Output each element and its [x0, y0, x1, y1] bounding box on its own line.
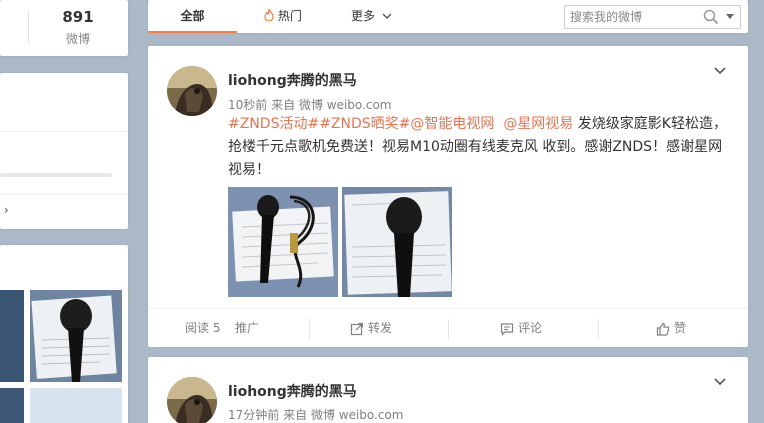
- read-count: 阅读 5: [185, 309, 220, 347]
- post-image[interactable]: [228, 187, 338, 297]
- like-button[interactable]: 赞: [656, 309, 686, 347]
- like-icon: [656, 322, 670, 336]
- post-meta: 10秒前 来自 微博 weibo.com: [228, 96, 392, 113]
- feed-post: liohong奔腾的黑马 10秒前 来自 微博 weibo.com #ZNDS活…: [148, 46, 748, 347]
- more-link[interactable]: ›: [0, 203, 9, 217]
- dropdown-caret-icon[interactable]: [725, 13, 735, 21]
- chevron-down-icon: [382, 13, 392, 19]
- post-meta: 17分钟前 来自 微博 weibo.com: [228, 406, 404, 423]
- profile-stats-card: 891 微博: [0, 0, 128, 56]
- read-count-label: 阅读: [185, 321, 210, 335]
- mention-link[interactable]: @智能电视网: [410, 116, 494, 132]
- tab-hot[interactable]: 热门: [264, 0, 302, 33]
- search-icon[interactable]: [703, 9, 719, 25]
- repost-label: 转发: [368, 321, 393, 335]
- post-source[interactable]: 微博 weibo.com: [311, 408, 404, 422]
- chevron-down-icon[interactable]: [713, 377, 727, 387]
- comment-button[interactable]: 评论: [500, 309, 542, 347]
- divider: [598, 319, 599, 339]
- photo-thumbnail[interactable]: [30, 290, 122, 382]
- post-time[interactable]: 10秒前: [228, 98, 267, 112]
- post-source[interactable]: 微博 weibo.com: [299, 98, 392, 112]
- divider: [309, 319, 310, 339]
- post-image[interactable]: [342, 187, 452, 297]
- promote-label: 推广: [235, 321, 260, 335]
- divider: [0, 194, 128, 195]
- feed-tab-bar: 全部 热门 更多: [148, 0, 748, 33]
- search-input[interactable]: [570, 9, 700, 25]
- sidebar-photos-card: [0, 245, 128, 423]
- like-label: 赞: [674, 321, 687, 335]
- repost-icon: [350, 322, 364, 335]
- promote-button[interactable]: 推广: [235, 309, 259, 347]
- topic-link[interactable]: #ZNDS晒奖#: [319, 116, 410, 132]
- feed-post: liohong奔腾的黑马 17分钟前 来自 微博 weibo.com: [148, 357, 748, 423]
- post-text: #ZNDS活动##ZNDS晒奖#@智能电视网 @星网视易 发烧级家庭影K轻松造，…: [228, 113, 728, 182]
- progress-bar: [0, 173, 112, 177]
- mention-link[interactable]: @星网视易: [503, 116, 573, 132]
- post-time[interactable]: 17分钟前: [228, 408, 279, 422]
- tab-more-label: 更多: [351, 9, 376, 23]
- photo-thumbnail[interactable]: [30, 388, 122, 423]
- post-username[interactable]: liohong奔腾的黑马: [228, 381, 357, 401]
- post-source-prefix: 来自: [283, 408, 308, 422]
- chevron-down-icon[interactable]: [713, 66, 727, 76]
- post-username[interactable]: liohong奔腾的黑马: [228, 70, 357, 90]
- weibo-count[interactable]: 891: [28, 8, 128, 26]
- tab-all-label: 全部: [180, 9, 205, 23]
- photo-thumbnail[interactable]: [0, 388, 24, 423]
- repost-button[interactable]: 转发: [350, 309, 392, 347]
- comment-label: 评论: [518, 321, 543, 335]
- comment-icon: [500, 322, 514, 336]
- post-source-prefix: 来自: [271, 98, 296, 112]
- post-actions: 阅读 5 推广 转发 评论 赞: [148, 308, 748, 347]
- avatar[interactable]: [167, 377, 217, 423]
- tab-all[interactable]: 全部: [148, 0, 237, 33]
- weibo-count-label[interactable]: 微博: [28, 30, 128, 47]
- sidebar-info-card: ›: [0, 73, 128, 229]
- fire-icon: [264, 8, 274, 22]
- topic-link[interactable]: #ZNDS活动#: [228, 116, 319, 132]
- search-box: [564, 5, 741, 29]
- avatar[interactable]: [167, 66, 217, 116]
- read-count-value: 5: [212, 321, 221, 335]
- photo-thumbnail[interactable]: [0, 290, 24, 382]
- tab-hot-label: 热门: [277, 9, 302, 23]
- tab-more[interactable]: 更多: [351, 0, 392, 33]
- divider: [448, 319, 449, 339]
- divider: [0, 131, 128, 132]
